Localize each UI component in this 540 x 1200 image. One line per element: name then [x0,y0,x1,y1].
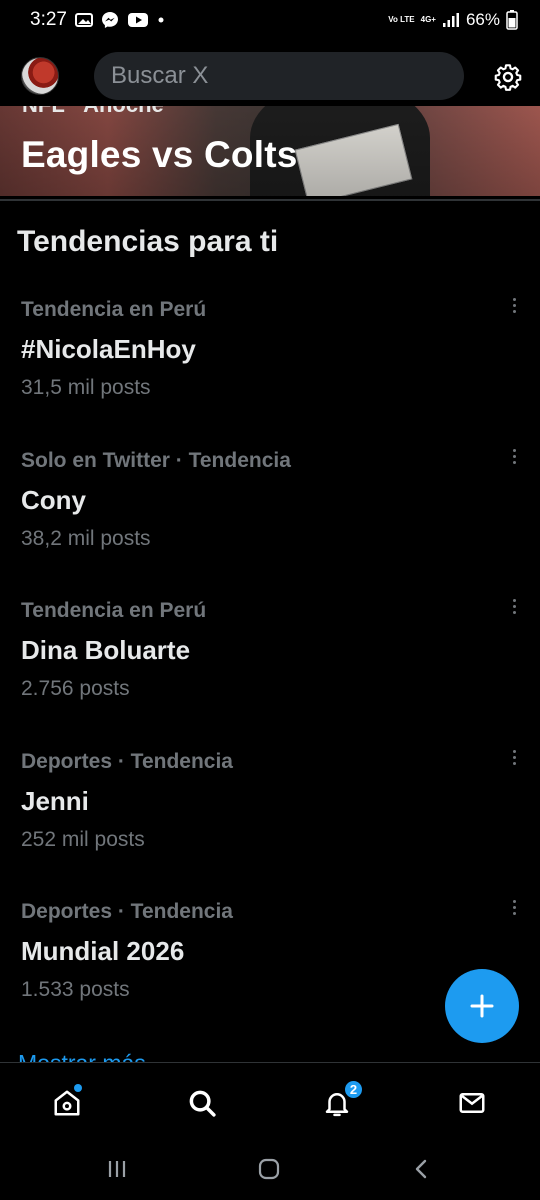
messenger-icon [101,11,119,29]
notifications-badge: 2 [343,1079,364,1100]
home-system-icon [258,1158,280,1180]
network-type-indicator: 4G+ [420,15,436,24]
search-icon [189,1090,216,1117]
youtube-icon [127,12,149,28]
home-unread-dot [74,1084,82,1092]
banner-kicker: NFL · Anoche [22,106,164,118]
trend-item[interactable]: Tendencia en Perú #NicolaEnHoy 31,5 mil … [0,297,540,438]
trend-context: Deportes · Tendencia [21,750,233,773]
mail-icon [459,1093,485,1113]
trend-post-count: 252 mil posts [21,828,145,851]
trend-name: Cony [21,485,86,515]
trend-name: #NicolaEnHoy [21,334,196,364]
more-options-icon[interactable] [504,593,524,619]
compose-post-button[interactable] [445,969,519,1043]
signal-icon [442,12,460,28]
trend-item[interactable]: Solo en Twitter · Tendencia Cony 38,2 mi… [0,448,540,589]
trend-item[interactable]: Tendencia en Perú Dina Boluarte 2.756 po… [0,598,540,739]
search-input[interactable]: Buscar X [94,52,464,100]
plus-icon [470,994,494,1018]
trend-post-count: 2.756 posts [21,677,130,700]
battery-percent: 66% [465,10,500,29]
more-notifications-dot-icon [157,16,165,24]
trend-context: Solo en Twitter · Tendencia [21,449,291,472]
more-options-icon[interactable] [504,894,524,920]
more-options-icon[interactable] [504,744,524,770]
status-bar: 3:27 Vo LTE 4G+ 66% [0,0,540,40]
trend-post-count: 38,2 mil posts [21,527,151,550]
profile-avatar[interactable] [21,57,59,95]
trend-post-count: 31,5 mil posts [21,376,151,399]
home-icon [54,1090,80,1116]
banner-title: Eagles vs Colts [21,134,298,175]
show-more-link[interactable]: Mostrar más [18,1046,146,1062]
trend-context: Deportes · Tendencia [21,900,233,923]
featured-event-banner[interactable]: NFL · Anoche Eagles vs Colts [0,106,540,196]
trends-section-title: Tendencias para ti [17,225,279,258]
trend-context: Tendencia en Perú [21,298,207,321]
recent-apps-icon [108,1161,126,1177]
trend-item[interactable]: Deportes · Tendencia Jenni 252 mil posts [0,749,540,890]
photo-notification-icon [74,12,93,28]
home-system-button[interactable] [256,1156,282,1182]
bottom-navigation: 2 [0,1062,540,1140]
settings-gear-icon[interactable] [491,60,525,94]
trend-name: Jenni [21,786,89,816]
status-time: 3:27 [30,9,67,30]
trend-name: Mundial 2026 [21,936,185,966]
system-navigation-bar [0,1140,540,1200]
trend-name: Dina Boluarte [21,635,191,665]
more-options-icon[interactable] [504,443,524,469]
recent-apps-button[interactable] [104,1156,130,1182]
back-icon [415,1159,427,1179]
volte-indicator: Vo LTE [388,15,415,24]
nav-messages[interactable] [452,1083,492,1123]
top-bar: Buscar X [0,48,540,106]
nav-home[interactable] [47,1083,87,1123]
trend-context: Tendencia en Perú [21,599,207,622]
trend-post-count: 1.533 posts [21,978,130,1001]
section-divider [0,199,540,201]
battery-icon [506,10,518,30]
back-button[interactable] [408,1156,434,1182]
more-options-icon[interactable] [504,292,524,318]
nav-explore[interactable] [182,1083,222,1123]
